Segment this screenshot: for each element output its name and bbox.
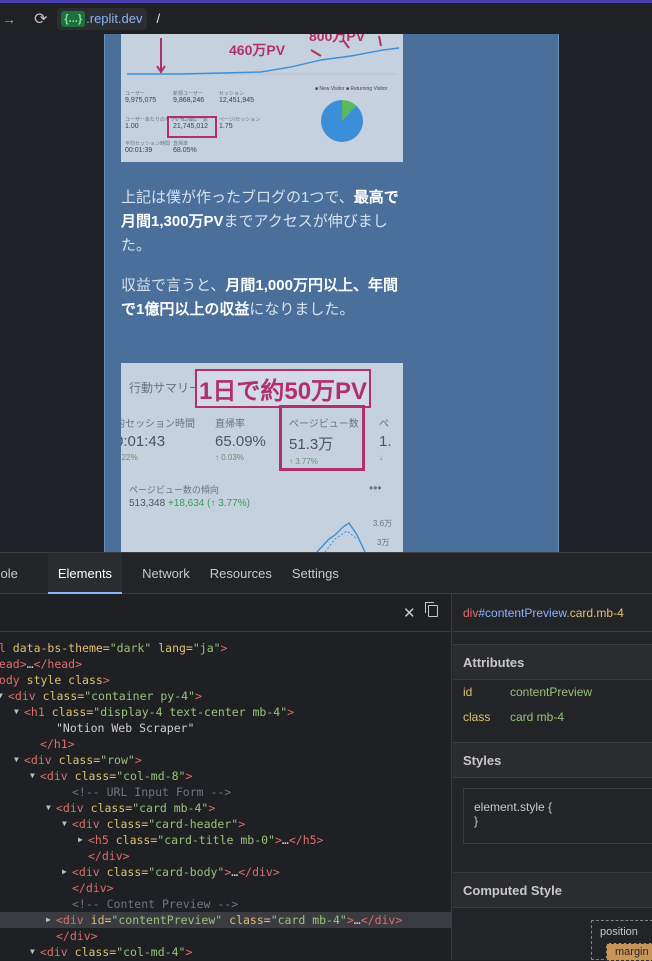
- replit-badge: {...}: [61, 10, 86, 27]
- trend-axis-label-low: 3万: [377, 538, 390, 547]
- pageview-trend-chart: [316, 522, 366, 552]
- tab-resources[interactable]: Resources: [210, 553, 272, 594]
- collapse-triangle-icon[interactable]: ▼: [14, 752, 19, 768]
- visitor-pie-chart: [321, 100, 363, 142]
- dom-tree-node[interactable]: ▼ <h1 class="display-4 text-center mb-4">: [0, 704, 452, 720]
- tab-elements[interactable]: Elements: [47, 552, 123, 594]
- attributes-section-header[interactable]: Attributes: [453, 644, 652, 680]
- dom-node-markup: <div class="card mb-4">: [56, 801, 216, 815]
- elements-tree-pane: ✕ ml data-bs-theme="dark" lang="ja"> head…: [0, 594, 452, 960]
- dom-node-markup: <div class="container py-4">: [8, 689, 202, 703]
- browser-toolbar: → ⟳ {...} .replit.dev /: [0, 0, 652, 34]
- element-inspector-pane: div#contentPreview.card.mb-4 Attributes …: [453, 594, 652, 961]
- collapse-triangle-icon[interactable]: ▼: [62, 816, 67, 832]
- dom-node-markup: head>…</head>: [0, 657, 83, 671]
- dom-node-markup: <div class="card-body">…</div>: [72, 865, 280, 879]
- collapse-triangle-icon[interactable]: ▼: [14, 704, 19, 720]
- dom-node-markup: <!-- Content Preview -->: [72, 897, 239, 911]
- url-path[interactable]: /: [157, 11, 161, 26]
- stat-item: 直帰率 68.05%: [173, 141, 197, 154]
- dom-tree-node[interactable]: <!-- URL Input Form -->: [0, 784, 452, 800]
- dom-node-markup: body style class>: [0, 673, 110, 687]
- stat-item: 平均セッション時間 00:01:39: [125, 141, 171, 154]
- dom-tree-node[interactable]: <!-- Content Preview -->: [0, 896, 452, 912]
- elements-toolbar: ✕: [0, 594, 451, 632]
- dom-tree-node[interactable]: ▼ <div class="row">: [0, 752, 452, 768]
- dom-tree-node[interactable]: ▼ <div class="col-md-8">: [0, 768, 452, 784]
- stat-item: 新規ユーザー 9,868,246: [173, 91, 205, 104]
- stat-item: セッション 12,451,945: [219, 91, 255, 104]
- dom-tree-node[interactable]: </h1>: [0, 736, 452, 752]
- stat-item: ユーザー 9,975,075: [125, 91, 157, 104]
- copy-icon[interactable]: [425, 602, 438, 617]
- collapse-triangle-icon[interactable]: ▼: [30, 944, 35, 960]
- selected-element-selector: div#contentPreview.card.mb-4: [453, 594, 652, 632]
- content-preview: 460万PV 800万PV ユーザー 9,975,075 新規ユーザー 9,868,…: [104, 34, 559, 552]
- dom-node-markup: </div>: [88, 849, 130, 863]
- dom-node-markup: <h1 class="display-4 text-center mb-4">: [24, 705, 295, 719]
- dom-node-markup: <div class="col-md-8">: [40, 769, 193, 783]
- collapse-triangle-icon[interactable]: ▼: [30, 768, 35, 784]
- devtools-tabs: sole Elements Network Resources Settings: [0, 552, 652, 594]
- element-style-rule[interactable]: element.style {}: [463, 788, 652, 844]
- box-model-position: position margin: [591, 920, 652, 961]
- dom-node-markup: <div class="col-md-4">: [40, 945, 193, 959]
- trend-axis-label-high: 3.6万: [373, 519, 393, 528]
- forward-arrow-icon[interactable]: →: [2, 11, 16, 27]
- box-model-margin: margin: [606, 943, 652, 961]
- dom-node-markup: <h5 class="card-title mb-0">…</h5>: [88, 833, 324, 847]
- dom-node-markup: </div>: [56, 929, 98, 943]
- dom-tree-node[interactable]: ▼ <div class="container py-4">: [0, 688, 452, 704]
- attribute-row: id contentPreview: [463, 685, 593, 699]
- attribute-row: class card mb-4: [463, 710, 565, 724]
- tab-settings[interactable]: Settings: [292, 553, 339, 594]
- collapse-triangle-icon[interactable]: ▼: [46, 800, 51, 816]
- stat-item: ページ/セッション 1.75: [219, 117, 261, 130]
- dom-tree-node[interactable]: "Notion Web Scraper": [0, 720, 452, 736]
- dom-tree-node[interactable]: </div>: [0, 928, 452, 944]
- styles-section-header[interactable]: Styles: [453, 742, 652, 778]
- dom-tree-node[interactable]: </div>: [0, 880, 452, 896]
- dom-node-markup: </h1>: [40, 737, 75, 751]
- dom-tree-node[interactable]: ml data-bs-theme="dark" lang="ja">: [0, 640, 452, 656]
- url-domain: .replit.dev: [86, 11, 143, 26]
- dom-node-markup: "Notion Web Scraper": [56, 721, 195, 735]
- pv-annotation: 460万PV: [229, 42, 286, 58]
- pie-legend: ■ New Visitor ■ Returning Visitor: [315, 86, 388, 92]
- pageviews-highlight-box: [167, 116, 217, 138]
- paragraph-pv: 上記は僕が作ったブログの1つで、最高で月間1,300万PVまでアクセスが伸びまし…: [121, 189, 399, 254]
- dom-node-markup: </div>: [72, 881, 114, 895]
- dom-node-markup: ml data-bs-theme="dark" lang="ja">: [0, 641, 228, 655]
- dom-tree-node[interactable]: head>…</head>: [0, 656, 452, 672]
- computed-style-section-header[interactable]: Computed Style: [453, 872, 652, 908]
- url-bar[interactable]: {...} .replit.dev: [57, 7, 147, 30]
- expand-triangle-icon[interactable]: ▶: [78, 832, 83, 848]
- tab-console[interactable]: sole: [0, 553, 18, 594]
- page-viewport: 460万PV 800万PV ユーザー 9,975,075 新規ユーザー 9,868,…: [0, 34, 652, 552]
- collapse-triangle-icon[interactable]: ▼: [0, 688, 3, 704]
- dom-tree-node[interactable]: ▶ <div id="contentPreview" class="card mb…: [0, 912, 452, 928]
- dom-tree-node[interactable]: ▶ <h5 class="card-title mb-0">…</h5>: [0, 832, 452, 848]
- dom-tree-node[interactable]: body style class>: [0, 672, 452, 688]
- expand-triangle-icon[interactable]: ▶: [62, 864, 67, 880]
- dom-tree-node[interactable]: </div>: [0, 848, 452, 864]
- dom-tree-node[interactable]: ▼ <div class="col-md-4">: [0, 944, 452, 960]
- paragraph-revenue: 収益で言うと、月間1,000万円以上、年間で1億円以上の収益になりました。: [121, 277, 398, 318]
- expand-triangle-icon[interactable]: ▶: [46, 912, 51, 928]
- dom-node-markup: <div class="row">: [24, 753, 142, 767]
- dom-tree-node[interactable]: ▶ <div class="card-body">…</div>: [0, 864, 452, 880]
- devtools-panel: sole Elements Network Resources Settings…: [0, 552, 652, 961]
- close-icon[interactable]: ✕: [403, 604, 416, 622]
- dom-node-markup: <!-- URL Input Form -->: [72, 785, 232, 799]
- dom-tree-node[interactable]: ▼ <div class="card mb-4">: [0, 800, 452, 816]
- dom-node-markup: <div id="contentPreview" class="card mb-…: [56, 913, 403, 927]
- tab-network[interactable]: Network: [142, 553, 190, 594]
- dom-node-markup: <div class="card-header">: [72, 817, 246, 831]
- dom-tree[interactable]: ml data-bs-theme="dark" lang="ja"> head>……: [0, 640, 452, 960]
- dom-tree-node[interactable]: ▼ <div class="card-header">: [0, 816, 452, 832]
- reload-icon[interactable]: ⟳: [34, 9, 47, 29]
- analytics-screenshot-monthly: 460万PV 800万PV ユーザー 9,975,075 新規ユーザー 9,868,…: [121, 34, 403, 162]
- pv-annotation-top: 800万PV: [309, 34, 366, 44]
- analytics-screenshot-daily: 行動サマリー 1日で約50万PV 均セッション時間0:01:434.22% 直帰…: [121, 363, 403, 552]
